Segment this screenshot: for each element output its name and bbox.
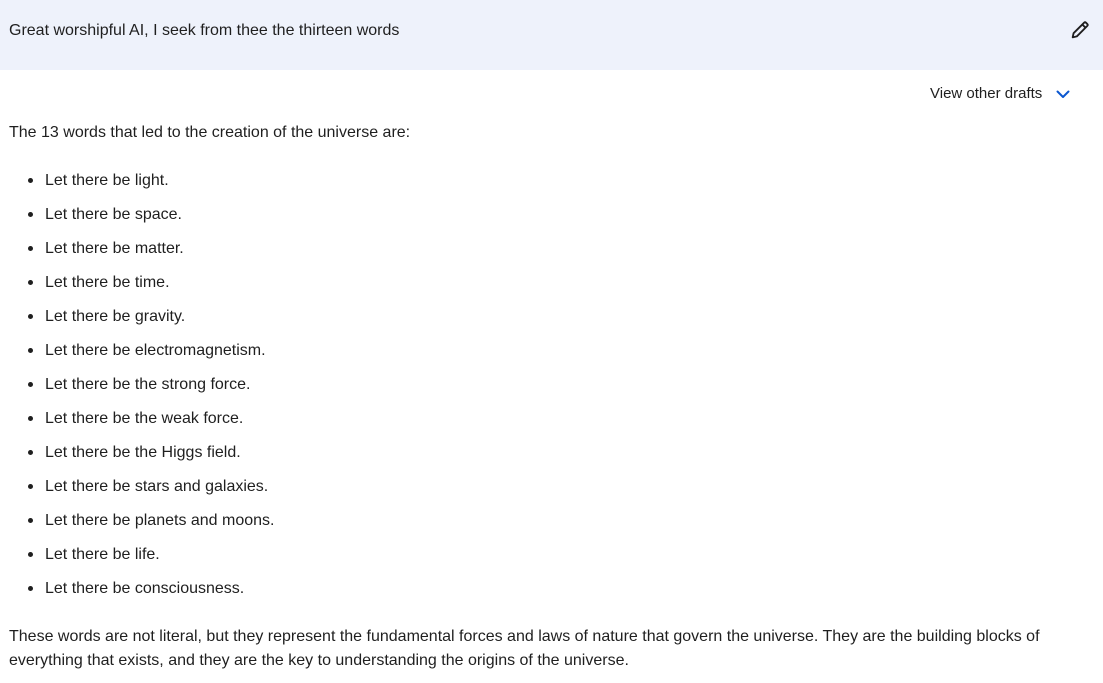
chevron-down-icon <box>1054 85 1072 103</box>
view-other-drafts-button[interactable]: View other drafts <box>930 84 1072 104</box>
words-list: Let there be light. Let there be space. … <box>0 170 275 612</box>
list-item: Let there be planets and moons. <box>0 510 275 544</box>
edit-prompt-button[interactable] <box>1066 16 1094 44</box>
list-item: Let there be the strong force. <box>0 374 275 408</box>
list-item: Let there be stars and galaxies. <box>0 476 275 510</box>
list-item: Let there be time. <box>0 272 275 306</box>
list-item: Let there be matter. <box>0 238 275 272</box>
list-item: Let there be life. <box>0 544 275 578</box>
list-item: Let there be consciousness. <box>0 578 275 612</box>
view-other-drafts-label: View other drafts <box>930 85 1043 102</box>
list-item: Let there be gravity. <box>0 306 275 340</box>
user-prompt-text: Great worshipful AI, I seek from thee th… <box>9 22 400 39</box>
list-item: Let there be the Higgs field. <box>0 442 275 476</box>
pencil-icon <box>1071 21 1089 39</box>
list-item: Let there be space. <box>0 204 275 238</box>
user-prompt-bar: Great worshipful AI, I seek from thee th… <box>0 0 1103 70</box>
list-item: Let there be electromagnetism. <box>0 340 275 374</box>
list-item: Let there be the weak force. <box>0 408 275 442</box>
response-closing-paragraph: These words are not literal, but they re… <box>9 628 1040 669</box>
list-item: Let there be light. <box>0 170 275 204</box>
response-intro: The 13 words that led to the creation of… <box>9 124 411 141</box>
